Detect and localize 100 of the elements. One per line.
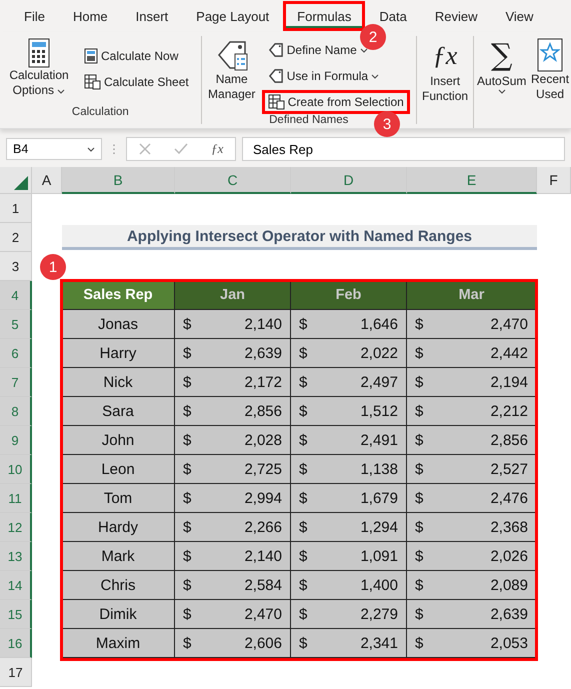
star-book-icon <box>537 38 564 72</box>
table-cell: Leon <box>62 455 175 484</box>
table-cell: Maxim <box>62 629 175 658</box>
table-cell: Jonas <box>62 310 175 339</box>
table-cell: $ 2,725 <box>175 455 291 484</box>
table-cell: $ 2,140 <box>175 542 291 571</box>
table-cell: $ 2,856 <box>175 397 291 426</box>
table-cell: $ 2,476 <box>407 484 537 513</box>
table-cell: $ 2,053 <box>407 629 537 658</box>
table-cell: $ 2,172 <box>175 368 291 397</box>
table-cell: $ 2,639 <box>407 600 537 629</box>
row-header[interactable]: 14 <box>0 571 32 600</box>
table-cell: $ 2,368 <box>407 513 537 542</box>
table-cell: $ 2,279 <box>291 600 407 629</box>
table-cell: $ 1,679 <box>291 484 407 513</box>
name-manager-button[interactable]: Name Manager <box>208 36 256 114</box>
row-header[interactable]: 17 <box>0 658 32 687</box>
function-icon: ƒx <box>432 38 458 74</box>
column-header[interactable]: F <box>537 167 571 194</box>
column-header[interactable]: D <box>291 167 407 194</box>
select-all-icon[interactable] <box>14 176 28 190</box>
group-label: Defined Names <box>269 114 348 126</box>
table-cell: John <box>62 426 175 455</box>
formula-field[interactable]: Sales Rep <box>242 137 565 161</box>
table-cell: $ 2,022 <box>291 339 407 368</box>
table-cell: $ 2,606 <box>175 629 291 658</box>
row-header[interactable]: 15 <box>0 600 32 629</box>
row-header[interactable]: 3 <box>0 252 32 281</box>
table-cell: Nick <box>62 368 175 397</box>
table-cell: $ 1,646 <box>291 310 407 339</box>
ribbon-tab[interactable]: Page Layout <box>182 1 284 31</box>
table-cell: $ 2,194 <box>407 368 537 397</box>
sheet-title: Applying Intersect Operator with Named Ranges <box>62 225 537 250</box>
table-cell: $ 2,028 <box>175 426 291 455</box>
calculator-icon <box>84 48 98 64</box>
column-header[interactable]: C <box>175 167 291 194</box>
ribbon-tab[interactable]: Home <box>58 1 122 31</box>
check-icon[interactable] <box>174 143 188 155</box>
calculator-icon <box>28 38 50 68</box>
table-header: Jan <box>175 281 291 310</box>
table-header: Mar <box>407 281 537 310</box>
row-header[interactable]: 6 <box>0 339 32 368</box>
table-header: Feb <box>291 281 407 310</box>
tag-icon <box>268 42 284 58</box>
calculate-now-button[interactable]: Calculate Now <box>78 44 195 68</box>
ribbon-tab[interactable]: View <box>491 1 548 31</box>
column-header[interactable]: B <box>62 167 175 194</box>
row-header[interactable]: 1 <box>0 194 32 223</box>
sheet-calculator-icon <box>268 94 285 110</box>
grip-icon: ⋮ <box>108 142 120 156</box>
row-header[interactable]: 13 <box>0 542 32 571</box>
calculation-options-button[interactable]: Calculation Options <box>6 36 72 106</box>
ribbon-tab[interactable]: Review <box>420 1 492 31</box>
ribbon-tab[interactable]: Insert <box>122 1 182 31</box>
ribbon-tab[interactable]: File <box>10 1 59 31</box>
name-box[interactable]: B4 <box>6 138 102 160</box>
row-header[interactable]: 5 <box>0 310 32 339</box>
row-header[interactable]: 9 <box>0 426 32 455</box>
insert-function-button[interactable]: ƒx Insert Function <box>416 36 474 128</box>
column-header[interactable]: E <box>407 167 537 194</box>
row-header[interactable]: 7 <box>0 368 32 397</box>
callout-badge: 1 <box>40 254 66 280</box>
table-header: Sales Rep <box>62 281 175 310</box>
column-header[interactable]: A <box>32 167 62 194</box>
calculate-sheet-button[interactable]: Calculate Sheet <box>78 70 195 94</box>
table-cell: $ 2,266 <box>175 513 291 542</box>
table-cell: $ 1,400 <box>291 571 407 600</box>
table-cell: $ 2,584 <box>175 571 291 600</box>
row-header[interactable]: 11 <box>0 484 32 513</box>
table-cell: Sara <box>62 397 175 426</box>
caret-icon <box>57 89 66 94</box>
table-cell: $ 2,527 <box>407 455 537 484</box>
row-header[interactable]: 10 <box>0 455 32 484</box>
table-cell: Harry <box>62 339 175 368</box>
table-cell: $ 1,138 <box>291 455 407 484</box>
table-cell: $ 2,026 <box>407 542 537 571</box>
recently-used-button[interactable]: Recent Used <box>529 36 571 128</box>
table-cell: $ 2,442 <box>407 339 537 368</box>
row-header[interactable]: 16 <box>0 629 32 658</box>
table-cell: Chris <box>62 571 175 600</box>
cancel-icon[interactable] <box>138 143 151 155</box>
create-from-selection-button[interactable]: Create from Selection <box>262 90 410 114</box>
row-header[interactable]: 2 <box>0 223 32 252</box>
table-cell: $ 2,639 <box>175 339 291 368</box>
caret-icon <box>360 48 368 52</box>
table-cell: $ 2,140 <box>175 310 291 339</box>
row-header[interactable]: 4 <box>0 281 32 310</box>
group-label: Calculation <box>72 106 129 120</box>
autosum-button[interactable]: ∑ AutoSum <box>473 36 530 128</box>
row-header[interactable]: 12 <box>0 513 32 542</box>
ribbon-tab[interactable]: Formulas <box>283 1 366 31</box>
row-header[interactable]: 8 <box>0 397 32 426</box>
table-cell: $ 2,212 <box>407 397 537 426</box>
sheet-calculator-icon <box>84 74 101 90</box>
table-cell: $ 2,341 <box>291 629 407 658</box>
callout-badge: 3 <box>374 111 400 137</box>
insert-function-icon[interactable]: ƒx <box>211 141 224 157</box>
use-in-formula-button[interactable]: Use in Formula <box>262 64 410 88</box>
table-cell: $ 2,470 <box>175 600 291 629</box>
table-cell: $ 1,294 <box>291 513 407 542</box>
